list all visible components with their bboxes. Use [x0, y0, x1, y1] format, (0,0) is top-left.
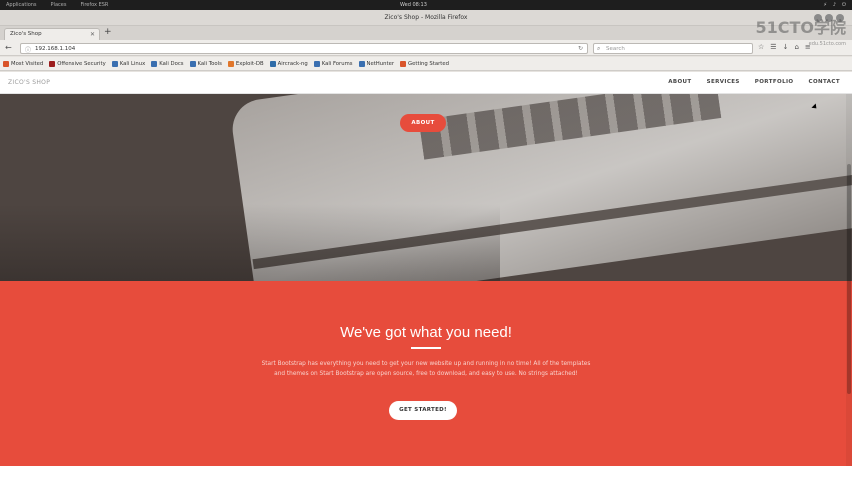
- volume-icon: ♪: [832, 2, 837, 8]
- back-icon[interactable]: ←: [5, 43, 12, 52]
- tab-zicos-shop[interactable]: Zico's Shop ✕: [4, 28, 100, 40]
- bookmark-kali-forums[interactable]: Kali Forums: [313, 60, 353, 67]
- desktop-screen: Applications Places Firefox ESR Wed 08:1…: [0, 0, 852, 480]
- site-info-icon[interactable]: ⓘ: [25, 45, 31, 54]
- nav-link-services[interactable]: SERVICES: [707, 79, 740, 85]
- bookmark-icon: [151, 60, 158, 67]
- bookmark-nethunter[interactable]: NetHunter: [358, 60, 394, 67]
- bookmark-offensive-security[interactable]: Offensive Security: [49, 60, 106, 67]
- site-navbar: ZICO'S SHOP ABOUT SERVICES PORTFOLIO CON…: [0, 72, 852, 94]
- get-started-button[interactable]: GET STARTED!: [389, 401, 457, 420]
- watermark-subtext: edu.51cto.com: [808, 41, 846, 47]
- tab-strip: Zico's Shop ✕ +: [0, 26, 852, 40]
- site-nav-links: ABOUT SERVICES PORTFOLIO CONTACT: [668, 79, 840, 85]
- os-top-bar: Applications Places Firefox ESR Wed 08:1…: [0, 0, 852, 10]
- cta-divider: [411, 347, 441, 349]
- cta-section: We've got what you need! Start Bootstrap…: [0, 281, 852, 466]
- hero-shadow: [0, 204, 500, 281]
- bookmark-icon: [358, 60, 365, 67]
- bookmark-icon: [269, 60, 276, 67]
- tab-close-icon[interactable]: ✕: [90, 31, 95, 38]
- scrollbar-thumb[interactable]: [847, 164, 851, 394]
- bookmark-icon: [227, 60, 234, 67]
- clock[interactable]: Wed 08:13: [400, 2, 427, 8]
- network-icon: ⚡: [823, 2, 827, 8]
- cta-heading: We've got what you need!: [340, 324, 512, 341]
- search-bar[interactable]: ⌕ Search: [593, 43, 753, 54]
- window-title: Zico's Shop - Mozilla Firefox: [384, 14, 468, 21]
- hero-section: ABOUT: [0, 94, 852, 281]
- next-section: [0, 466, 852, 480]
- navigation-toolbar: ← ⓘ 192.168.1.104 ↻ ⌕ Search ☆ ☰ ↓ ⌂ ≡: [0, 40, 852, 56]
- web-page: ZICO'S SHOP ABOUT SERVICES PORTFOLIO CON…: [0, 72, 852, 480]
- tab-label: Zico's Shop: [10, 31, 42, 37]
- reload-icon[interactable]: ↻: [578, 45, 583, 52]
- about-button[interactable]: ABOUT: [400, 114, 446, 132]
- bookmark-icon: [400, 60, 407, 67]
- bookmark-getting-started[interactable]: Getting Started: [400, 60, 449, 67]
- watermark-text: 51CTO学院: [755, 18, 846, 37]
- nav-link-portfolio[interactable]: PORTFOLIO: [755, 79, 794, 85]
- site-brand[interactable]: ZICO'S SHOP: [8, 79, 50, 86]
- system-tray[interactable]: ⚡ ♪ ⏻: [823, 2, 846, 8]
- bookmark-kali-docs[interactable]: Kali Docs: [151, 60, 184, 67]
- bookmark-kali-linux[interactable]: Kali Linux: [111, 60, 145, 67]
- bookmark-most-visited[interactable]: Most Visited: [3, 60, 43, 67]
- nav-link-about[interactable]: ABOUT: [668, 79, 691, 85]
- nav-link-contact[interactable]: CONTACT: [809, 79, 840, 85]
- bookmark-icon: [189, 60, 196, 67]
- bookmark-icon: [3, 60, 9, 67]
- cta-text: Start Bootstrap has everything you need …: [261, 361, 591, 377]
- applications-menu[interactable]: Applications: [6, 2, 37, 8]
- url-bar[interactable]: ⓘ 192.168.1.104 ↻: [20, 43, 588, 54]
- search-icon: ⌕: [597, 45, 601, 52]
- page-scrollbar[interactable]: [846, 94, 852, 466]
- bookmark-icon: [49, 60, 56, 67]
- bookmark-aircrack-ng[interactable]: Aircrack-ng: [269, 60, 308, 67]
- power-icon: ⏻: [842, 2, 846, 8]
- bookmark-icon: [313, 60, 320, 67]
- active-app-menu[interactable]: Firefox ESR: [80, 2, 108, 8]
- bookmarks-toolbar: Most Visited Offensive Security Kali Lin…: [0, 57, 852, 71]
- window-title-bar: Zico's Shop - Mozilla Firefox: [0, 10, 852, 26]
- places-menu[interactable]: Places: [51, 2, 67, 8]
- bookmark-kali-tools[interactable]: Kali Tools: [189, 60, 222, 67]
- bookmark-exploit-db[interactable]: Exploit-DB: [227, 60, 264, 67]
- bookmark-icon: [111, 60, 118, 67]
- url-text: 192.168.1.104: [35, 46, 76, 52]
- watermark-logo: 51CTO学院 edu.51cto.com: [755, 20, 846, 52]
- search-placeholder: Search: [606, 46, 625, 52]
- new-tab-button[interactable]: +: [104, 27, 112, 37]
